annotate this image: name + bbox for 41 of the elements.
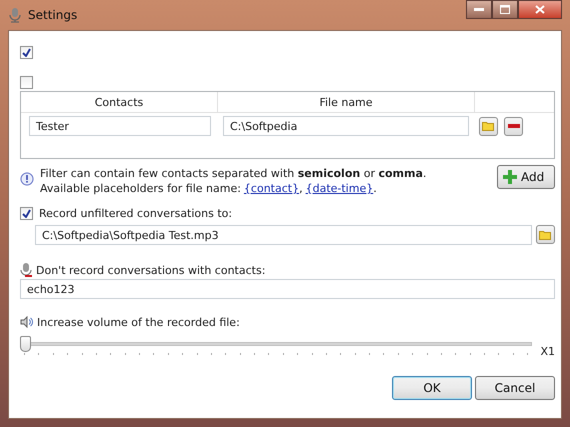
add-button[interactable]: Add (497, 165, 555, 189)
browse-button[interactable] (479, 116, 498, 136)
file-name-field[interactable]: C:\Softpedia (223, 116, 469, 136)
checkbox-label: Record unfiltered conversations to: (39, 206, 232, 220)
column-header[interactable]: Contacts (21, 92, 218, 112)
browse-button[interactable] (536, 225, 555, 244)
maximize-icon (500, 5, 510, 14)
contacts-field[interactable]: echo123 (20, 279, 555, 299)
close-button[interactable] (518, 0, 562, 19)
info-icon (20, 172, 34, 186)
window-title: Settings (28, 8, 78, 22)
speaker-icon (20, 316, 33, 328)
dialog-button[interactable]: Cancel (475, 376, 555, 400)
placeholder-link[interactable]: {date-time} (306, 182, 374, 195)
punctuation: , (299, 182, 303, 195)
microphone-icon (20, 262, 32, 278)
volume-reading: X1 (540, 345, 555, 358)
checkbox[interactable] (20, 46, 33, 58)
checkbox[interactable] (20, 76, 33, 88)
column-header[interactable]: File name (218, 92, 475, 112)
contact-field[interactable]: Tester (29, 116, 211, 136)
minimize-icon (474, 8, 484, 12)
maximize-button[interactable] (492, 0, 518, 19)
slider-thumb[interactable] (20, 336, 31, 352)
volume-label: Increase volume of the recorded file: (37, 316, 240, 328)
minimize-button[interactable] (466, 0, 492, 19)
microphone-icon (8, 7, 22, 23)
checkbox[interactable] (20, 206, 33, 220)
placeholders-hint: Available placeholders for file name: (40, 182, 241, 195)
folder-icon (482, 121, 495, 131)
plus-icon (503, 170, 517, 184)
filter-hint: Filter can contain few contacts separated with semicolon or comma. (40, 167, 426, 180)
remove-button[interactable] (504, 116, 523, 136)
close-icon (535, 5, 545, 14)
dialog-button[interactable]: OK (392, 376, 472, 400)
folder-icon (539, 230, 552, 240)
placeholder-link[interactable]: {contact} (244, 182, 300, 195)
exclude-label: Don't record conversations with contacts: (36, 264, 266, 276)
punctuation: . (373, 182, 377, 195)
minus-icon (508, 124, 520, 128)
path-field[interactable]: C:\Softpedia\Softpedia Test.mp3 (35, 225, 532, 245)
